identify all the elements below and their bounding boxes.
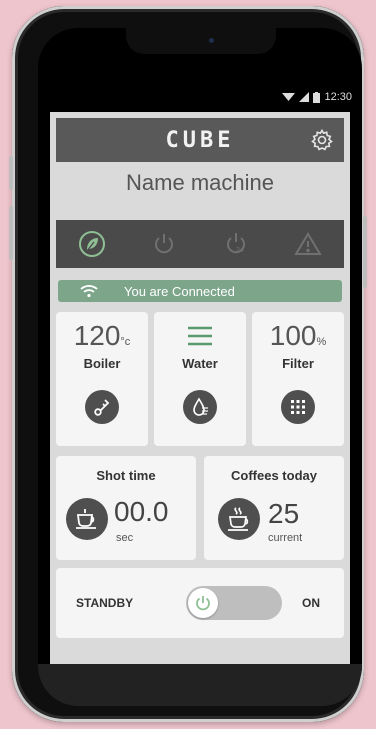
on-label: ON	[302, 596, 320, 610]
coffees-today-unit: current	[268, 532, 303, 544]
status-time: 12:30	[324, 91, 352, 103]
filter-value: 100	[269, 320, 317, 351]
battery-icon	[313, 91, 321, 103]
power-icon[interactable]	[149, 229, 179, 259]
power-side-button	[363, 216, 367, 288]
connection-text: You are Connected	[124, 283, 235, 299]
coffees-today-value: 25	[268, 498, 300, 529]
power-24h-icon[interactable]: 24	[221, 229, 251, 259]
water-level-icon	[188, 326, 212, 346]
power-toggle[interactable]	[186, 586, 282, 620]
coffees-today-title: Coffees today	[231, 468, 317, 483]
water-label: Water	[182, 356, 218, 371]
warning-icon[interactable]	[293, 229, 323, 259]
wifi-icon	[282, 93, 296, 101]
water-drop-icon	[183, 390, 217, 424]
app-screen: CUBE Name machine 24 You are Connected 1…	[50, 112, 350, 664]
volume-button	[9, 156, 13, 190]
bottom-bar	[38, 664, 362, 706]
shot-time-value: 00.0	[114, 496, 169, 527]
svg-text:24: 24	[236, 247, 244, 254]
power-icon	[196, 596, 210, 611]
boiler-reading: 120°c	[56, 320, 148, 352]
power-toggle-card: STANDBY ON	[56, 568, 344, 638]
phone-frame: 12:30 CUBE Name machine 24 You are Conne…	[9, 6, 367, 722]
gear-icon[interactable]	[310, 128, 334, 152]
cell-signal-icon	[299, 92, 310, 102]
thermometer-icon	[85, 390, 119, 424]
header: CUBE	[56, 118, 344, 162]
wifi-icon	[80, 285, 98, 298]
standby-label: STANDBY	[76, 596, 134, 610]
hot-coffee-icon	[218, 498, 260, 540]
camera	[209, 38, 214, 43]
shot-time-unit: sec	[116, 532, 134, 544]
machine-name[interactable]: Name machine	[50, 170, 350, 196]
notch	[126, 28, 276, 54]
filter-reading: 100%	[252, 320, 344, 352]
water-tile[interactable]: Water	[154, 312, 246, 446]
app-logo: CUBE	[165, 128, 235, 153]
coffees-today-card: Coffees today 25 current	[204, 456, 344, 560]
filter-label: Filter	[282, 356, 314, 371]
coffee-cup-icon	[66, 498, 108, 540]
boiler-unit: °c	[120, 336, 131, 348]
eco-leaf-icon[interactable]	[77, 229, 107, 259]
mode-icon-bar: 24	[56, 220, 344, 268]
connection-status-bar: You are Connected	[58, 280, 342, 302]
phone-screen: 12:30 CUBE Name machine 24 You are Conne…	[38, 28, 362, 706]
filter-grid-icon	[281, 390, 315, 424]
shot-time-title: Shot time	[96, 468, 156, 483]
filter-unit: %	[316, 336, 327, 348]
shot-time-card: Shot time 00.0 sec	[56, 456, 196, 560]
boiler-label: Boiler	[83, 356, 121, 371]
filter-tile[interactable]: 100% Filter	[252, 312, 344, 446]
status-bar: 12:30	[48, 86, 352, 108]
boiler-tile[interactable]: 120°c Boiler	[56, 312, 148, 446]
power-toggle-knob[interactable]	[188, 588, 218, 618]
volume-button	[9, 206, 13, 260]
boiler-value: 120	[73, 320, 121, 351]
